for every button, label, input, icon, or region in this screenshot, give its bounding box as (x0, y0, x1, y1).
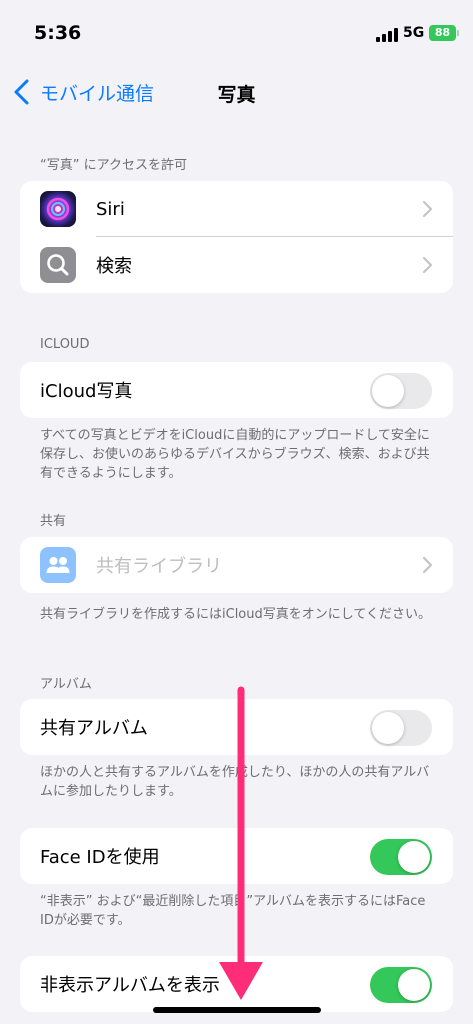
search-icon (40, 247, 76, 283)
row-label: 共有ライブラリ (96, 556, 222, 577)
list-item-search[interactable]: 検索 (20, 237, 453, 293)
row-label: 非表示アルバムを表示 (40, 975, 220, 996)
icloud-group: iCloud写真 (20, 362, 453, 418)
navigation-bar: モバイル通信 写真 (0, 64, 473, 120)
albums-footer: ほかの人と共有するアルバムを作成したり、ほかの人の共有アルバムに参加したりします… (40, 765, 430, 799)
icloud-photos-row: iCloud写真 (20, 362, 453, 418)
toggle-knob (398, 969, 430, 1001)
people-icon (40, 547, 76, 583)
faceid-toggle[interactable] (370, 839, 432, 875)
toggle-knob (398, 841, 430, 873)
magnifier-glyph (47, 254, 69, 276)
icloud-footer: すべての写真とビデオをiCloudに自動的にアップロードして安全に保存し、お使い… (40, 428, 430, 481)
section-header-shared: 共有 (40, 514, 67, 529)
row-label: 共有アルバム (40, 718, 148, 739)
siri-orb (46, 197, 70, 221)
row-label: 検索 (96, 256, 132, 277)
icloud-photos-toggle[interactable] (370, 373, 432, 409)
status-time: 5:36 (34, 22, 82, 44)
shared-group: 共有ライブラリ (20, 537, 453, 593)
faceid-group: Face IDを使用 (20, 828, 453, 884)
section-header-albums: アルバム (40, 677, 92, 692)
albums-group: 共有アルバム (20, 699, 453, 755)
chevron-right-icon (422, 256, 433, 274)
row-label: Siri (96, 198, 125, 220)
battery-level: 88 (434, 26, 451, 39)
shared-albums-toggle[interactable] (370, 710, 432, 746)
chevron-right-icon (422, 200, 433, 218)
hidden-album-row: 非表示アルバムを表示 (20, 956, 453, 1012)
access-group: Siri 検索 (20, 181, 453, 293)
cellular-signal-icon (376, 28, 398, 42)
battery-tip (457, 30, 459, 36)
battery-icon: 88 (429, 25, 456, 41)
hidden-album-toggle[interactable] (370, 967, 432, 1003)
people-glyph (46, 557, 70, 573)
list-item-siri[interactable]: Siri (20, 181, 453, 237)
shared-albums-row: 共有アルバム (20, 699, 453, 755)
siri-icon (40, 191, 76, 227)
list-item-shared-library[interactable]: 共有ライブラリ (20, 537, 453, 593)
hidden-album-group: 非表示アルバムを表示 (20, 956, 453, 1012)
toggle-knob (372, 712, 404, 744)
chevron-right-icon (422, 556, 433, 574)
page-title: 写真 (0, 80, 473, 107)
network-type: 5G (403, 25, 425, 41)
row-label: Face IDを使用 (40, 847, 160, 868)
section-header-access: “写真” にアクセスを許可 (40, 158, 187, 173)
faceid-footer: “非表示” および“最近削除した項目”アルバムを表示するにはFace IDが必要… (40, 894, 426, 928)
page-title-text: 写真 (217, 84, 256, 106)
faceid-row: Face IDを使用 (20, 828, 453, 884)
home-indicator[interactable] (153, 1007, 321, 1013)
shared-footer: 共有ライブラリを作成するにはiCloud写真をオンにしてください。 (40, 607, 431, 622)
section-header-icloud: ICLOUD (40, 337, 90, 352)
status-bar: 5:36 5G 88 (0, 0, 473, 62)
row-label: iCloud写真 (40, 381, 133, 402)
toggle-knob (372, 375, 404, 407)
